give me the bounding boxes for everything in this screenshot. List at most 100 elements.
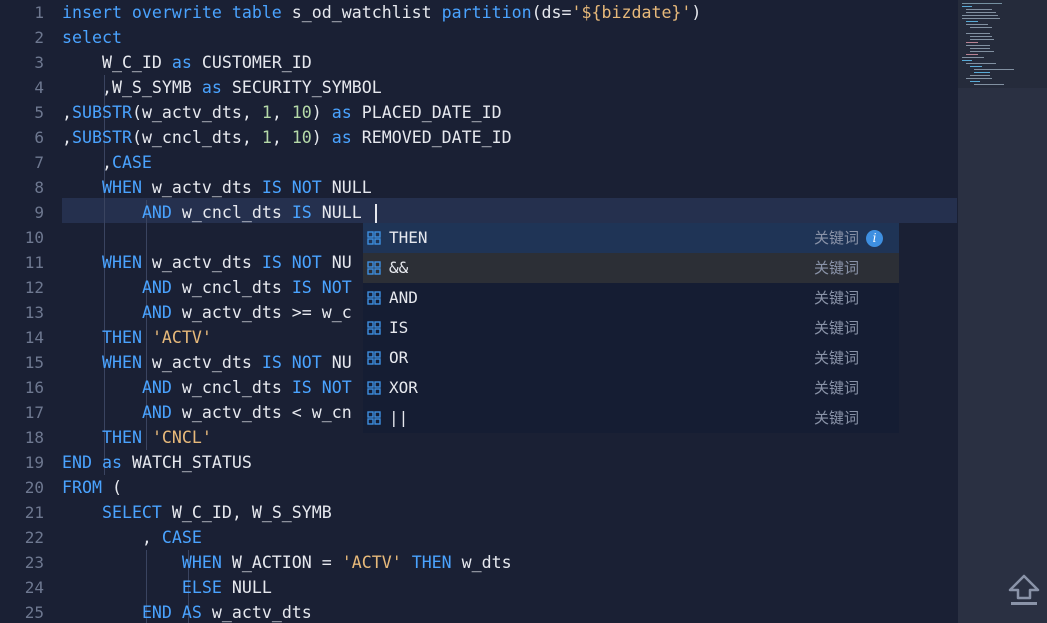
code-token: PLACED_DATE_ID bbox=[351, 103, 502, 122]
code-line[interactable]: THEN 'ACTV' bbox=[62, 325, 212, 350]
code-line[interactable]: ,W_S_SYMB as SECURITY_SYMBOL bbox=[62, 75, 382, 100]
code-token: IS NOT bbox=[261, 253, 322, 272]
minimap-line bbox=[970, 27, 992, 28]
code-line[interactable]: AND w_actv_dts < w_cn bbox=[62, 400, 352, 425]
code-line[interactable]: ELSE NULL bbox=[62, 575, 272, 600]
code-token: as bbox=[171, 53, 192, 72]
code-token: END AS bbox=[141, 603, 202, 622]
line-number: 19 bbox=[24, 453, 44, 472]
minimap-line bbox=[966, 78, 992, 79]
code-line[interactable]: AND w_cncl_dts IS NOT bbox=[62, 375, 352, 400]
code-token: ) bbox=[311, 103, 332, 122]
code-token: w_cncl_dts bbox=[171, 278, 292, 297]
code-line[interactable]: WHEN w_actv_dts IS NOT NU bbox=[62, 350, 352, 375]
line-number: 9 bbox=[34, 203, 44, 222]
code-line[interactable]: END AS w_actv_dts bbox=[62, 600, 312, 623]
code-token: NULL bbox=[321, 178, 372, 197]
suggestion-item[interactable]: && 关键词 bbox=[363, 253, 899, 283]
code-token: AND bbox=[141, 303, 172, 322]
code-token: ) bbox=[311, 128, 332, 147]
code-line[interactable]: AND w_cncl_dts IS NULL bbox=[62, 200, 377, 225]
code-token: s_od_watchlist bbox=[291, 3, 442, 22]
code-token: ,W_S_SYMB bbox=[62, 78, 202, 97]
minimap[interactable] bbox=[958, 0, 1047, 623]
code-line[interactable]: insert overwrite table s_od_watchlist pa… bbox=[62, 0, 701, 25]
code-token: 1 bbox=[261, 103, 272, 122]
code-token: w_actv_dts bbox=[141, 178, 262, 197]
code-line[interactable]: WHEN W_ACTION = 'ACTV' THEN w_dts bbox=[62, 550, 512, 575]
code-token: , bbox=[62, 528, 162, 547]
code-token: partition bbox=[441, 3, 532, 22]
code-line[interactable]: W_C_ID as CUSTOMER_ID bbox=[62, 50, 312, 75]
suggestion-item[interactable]: IS 关键词 bbox=[363, 313, 899, 343]
code-token: as bbox=[101, 453, 122, 472]
line-number: 17 bbox=[24, 403, 44, 422]
line-number: 15 bbox=[24, 353, 44, 372]
minimap-line bbox=[966, 42, 978, 43]
minimap-line bbox=[966, 45, 990, 46]
code-token: IS bbox=[291, 203, 312, 222]
suggestion-detail: 关键词 bbox=[813, 229, 859, 247]
code-line[interactable]: ,SUBSTR(w_actv_dts, 1, 10) as PLACED_DAT… bbox=[62, 100, 502, 125]
line-number: 6 bbox=[34, 128, 44, 147]
minimap-line bbox=[970, 81, 980, 82]
code-line[interactable]: THEN 'CNCL' bbox=[62, 425, 212, 450]
info-icon[interactable]: i bbox=[866, 230, 883, 247]
suggestion-item[interactable]: XOR 关键词 bbox=[363, 373, 899, 403]
code-token: ELSE bbox=[181, 578, 222, 597]
minimap-line bbox=[962, 60, 972, 61]
suggestion-detail: 关键词 bbox=[813, 319, 859, 337]
code-token: NU bbox=[321, 253, 352, 272]
minimap-line bbox=[966, 33, 990, 34]
line-number: 14 bbox=[24, 328, 44, 347]
code-line[interactable]: SELECT W_C_ID, W_S_SYMB bbox=[62, 500, 332, 525]
line-number: 11 bbox=[24, 253, 44, 272]
code-line[interactable]: AND w_cncl_dts IS NOT bbox=[62, 275, 352, 300]
scroll-to-top-icon[interactable] bbox=[1004, 572, 1044, 610]
line-number: 22 bbox=[24, 528, 44, 547]
code-line[interactable]: WHEN w_actv_dts IS NOT NULL bbox=[62, 175, 372, 200]
code-line[interactable]: ,CASE bbox=[62, 150, 152, 175]
code-token: insert overwrite table bbox=[62, 3, 292, 22]
code-editor[interactable]: 1 2 3 4 5 6 7 8 9 10 11 12 13 14 15 16 17 18 19 20 21 22 23 24 2… bbox=[0, 0, 1047, 623]
suggestion-item[interactable]: THEN 关键词 i bbox=[363, 223, 899, 253]
code-token: w_actv_dts < w_cn bbox=[171, 403, 352, 422]
code-line[interactable]: select bbox=[62, 25, 122, 50]
minimap-line bbox=[970, 36, 992, 37]
code-token: W_ACTION = bbox=[221, 553, 342, 572]
suggestion-item[interactable]: OR 关键词 bbox=[363, 343, 899, 373]
suggestion-item[interactable]: || 关键词 bbox=[363, 403, 899, 433]
line-number: 20 bbox=[24, 478, 44, 497]
autocomplete-suggestion-list[interactable]: THEN 关键词 i && 关键词 AND 关键词 IS 关键词 OR 关键词 XOR 关键词 || 关键词 bbox=[363, 223, 899, 433]
keyword-icon bbox=[367, 321, 381, 335]
code-line[interactable]: AND w_actv_dts >= w_c bbox=[62, 300, 352, 325]
suggestion-label: && bbox=[389, 258, 409, 277]
code-token: CASE bbox=[161, 528, 202, 547]
minimap-line bbox=[966, 12, 996, 13]
code-line[interactable]: END as WATCH_STATUS bbox=[62, 450, 252, 475]
minimap-line bbox=[962, 18, 1000, 19]
code-token: W_C_ID bbox=[62, 53, 172, 72]
line-number-gutter: 1 2 3 4 5 6 7 8 9 10 11 12 13 14 15 16 17 18 19 20 21 22 23 24 2… bbox=[0, 0, 50, 623]
suggestion-detail: 关键词 bbox=[813, 349, 859, 367]
code-line[interactable]: WHEN w_actv_dts IS NOT NU bbox=[62, 250, 352, 275]
minimap-line bbox=[962, 3, 1002, 4]
code-token: , bbox=[62, 153, 112, 172]
minimap-line bbox=[970, 48, 990, 49]
code-token: THEN bbox=[101, 328, 142, 347]
code-line[interactable]: FROM ( bbox=[62, 475, 122, 500]
code-line[interactable]: ,SUBSTR(w_cncl_dts, 1, 10) as REMOVED_DA… bbox=[62, 125, 512, 150]
code-token: 'ACTV' bbox=[341, 553, 402, 572]
suggestion-item[interactable]: AND 关键词 bbox=[363, 283, 899, 313]
code-token: (ds= bbox=[531, 3, 572, 22]
code-token: W_C_ID, W_S_SYMB bbox=[161, 503, 332, 522]
code-line[interactable]: , CASE bbox=[62, 525, 202, 550]
